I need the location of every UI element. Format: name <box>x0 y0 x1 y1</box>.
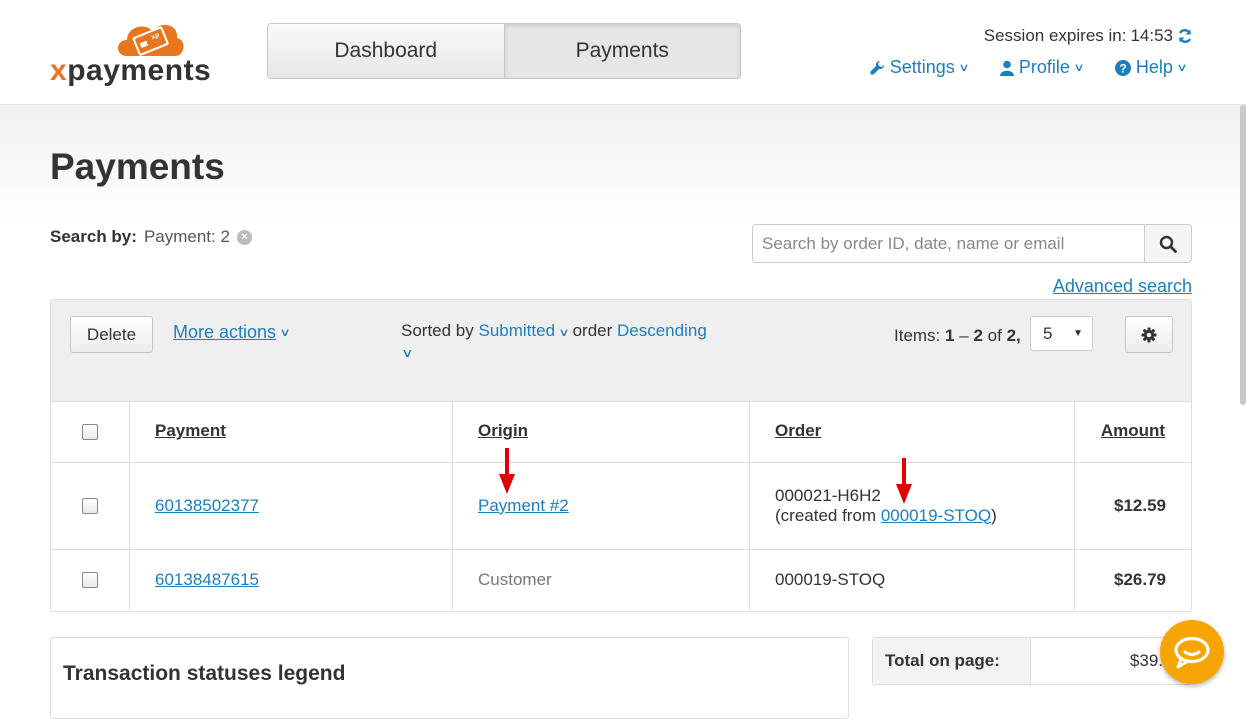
page-title: Payments <box>50 146 225 187</box>
chevron-down-icon: ∨ <box>958 62 970 74</box>
column-header-origin[interactable]: Origin <box>452 401 750 463</box>
scrollbar[interactable] <box>1240 105 1246 405</box>
origin-link[interactable]: Payment #2 <box>478 496 569 515</box>
select-all-checkbox[interactable] <box>82 423 98 440</box>
caret-down-icon: ▼ <box>1073 328 1083 339</box>
row-checkbox[interactable] <box>82 572 98 589</box>
amount: $12.59 <box>1074 462 1191 550</box>
chat-icon <box>1174 636 1210 669</box>
settings-label: Settings <box>889 57 955 77</box>
order-created-from: (created from 000019-STOQ) <box>775 505 997 525</box>
xpayments-logo[interactable]: xp xpayments <box>50 16 220 88</box>
top-menu: Settings ∨ Profile ∨ ? Help ∨ <box>869 57 1188 78</box>
annotation-arrow-icon <box>499 448 515 494</box>
search-filter: Search by: Payment: 2 × <box>50 227 252 247</box>
select-all-cell <box>51 401 130 463</box>
column-header-payment[interactable]: Payment <box>129 401 453 463</box>
table-row: 60138487615 Customer 000019-STOQ $26.79 <box>51 549 1191 610</box>
payment-id-link[interactable]: 60138487615 <box>155 570 259 589</box>
wrench-icon <box>870 60 884 74</box>
payment-id-link[interactable]: 60138502377 <box>155 496 259 515</box>
question-circle-icon: ? <box>1114 59 1131 76</box>
chat-button[interactable] <box>1160 620 1224 684</box>
payments-table: Payment Origin Order Amount 60138502377 … <box>51 401 1191 610</box>
profile-menu[interactable]: Profile ∨ <box>999 57 1085 78</box>
profile-label: Profile <box>1018 57 1070 77</box>
sorted-by-label: Sorted by <box>401 321 474 340</box>
session-time: 14:53 <box>1130 26 1173 45</box>
chevron-down-icon: ∨ <box>1073 62 1085 74</box>
order-id: 000019-STOQ <box>749 549 1075 610</box>
annotation-arrow-icon <box>896 458 912 504</box>
table-row: 60138502377 Payment #2 000021-H6H2 (crea… <box>51 462 1191 550</box>
delete-button[interactable]: Delete <box>70 316 153 353</box>
amount: $26.79 <box>1114 569 1166 589</box>
per-page-value: 5 <box>1043 323 1053 343</box>
origin-text: Customer <box>452 549 750 610</box>
more-actions-label: More actions <box>173 322 277 342</box>
more-actions-dropdown[interactable]: More actions ∨ <box>173 322 291 343</box>
tab-payments[interactable]: Payments <box>504 24 740 78</box>
order-label: order <box>572 321 613 340</box>
session-timer: Session expires in: 14:53 <box>984 26 1193 46</box>
settings-menu[interactable]: Settings ∨ <box>869 57 970 78</box>
row-checkbox[interactable] <box>82 498 98 515</box>
refresh-icon[interactable] <box>1177 28 1193 44</box>
sort-control: Sorted by Submitted ∨ order Descending <box>401 321 707 341</box>
column-header-amount[interactable]: Amount <box>1074 401 1191 463</box>
column-header-order[interactable]: Order <box>749 401 1075 463</box>
search-by-label: Search by: <box>50 227 137 246</box>
sort-order-dropdown[interactable]: Descending <box>617 321 707 340</box>
legend-title: Transaction statuses legend <box>63 662 346 685</box>
svg-text:?: ? <box>1119 61 1126 75</box>
advanced-search-link[interactable]: Advanced search <box>1053 276 1192 297</box>
help-label: Help <box>1135 57 1173 77</box>
main-nav: Dashboard Payments <box>267 23 741 79</box>
per-page-select[interactable]: 5 ▼ <box>1030 316 1093 351</box>
session-label: Session expires in: <box>983 26 1127 45</box>
source-order-link[interactable]: 000019-STOQ <box>881 506 991 525</box>
search-box <box>752 224 1192 263</box>
gear-icon <box>1141 327 1157 342</box>
user-icon <box>999 60 1014 76</box>
sort-field-dropdown[interactable]: Submitted ∨ <box>479 321 570 340</box>
totals-panel: Total on page: $39. <box>872 637 1192 685</box>
table-header-row: Payment Origin Order Amount <box>51 401 1191 463</box>
search-input[interactable] <box>753 225 1144 262</box>
search-icon <box>1159 235 1177 253</box>
items-count: Items: 1 – 2 of 2, <box>894 326 1021 345</box>
tab-dashboard[interactable]: Dashboard <box>268 24 504 78</box>
column-settings-button[interactable] <box>1125 316 1173 353</box>
status-legend-panel: Transaction statuses legend <box>50 637 849 719</box>
chevron-down-icon[interactable]: ∨ <box>401 346 413 360</box>
payments-panel: Delete More actions ∨ Sorted by Submitte… <box>50 299 1192 612</box>
chevron-down-icon: ∨ <box>1176 62 1188 74</box>
header: xp xpayments Dashboard Payments Session … <box>0 0 1246 105</box>
search-by-value: Payment: 2 <box>143 227 230 246</box>
list-toolbar: Delete More actions ∨ Sorted by Submitte… <box>51 300 1191 402</box>
order-id: 000021-H6H2 <box>775 485 881 505</box>
remove-filter-icon[interactable]: × <box>236 229 252 245</box>
search-button[interactable] <box>1144 225 1191 262</box>
logo-wordmark: xpayments <box>50 54 212 87</box>
total-label: Total on page: <box>873 638 1031 684</box>
help-menu[interactable]: ? Help ∨ <box>1114 57 1188 78</box>
chevron-down-icon: ∨ <box>279 327 291 339</box>
